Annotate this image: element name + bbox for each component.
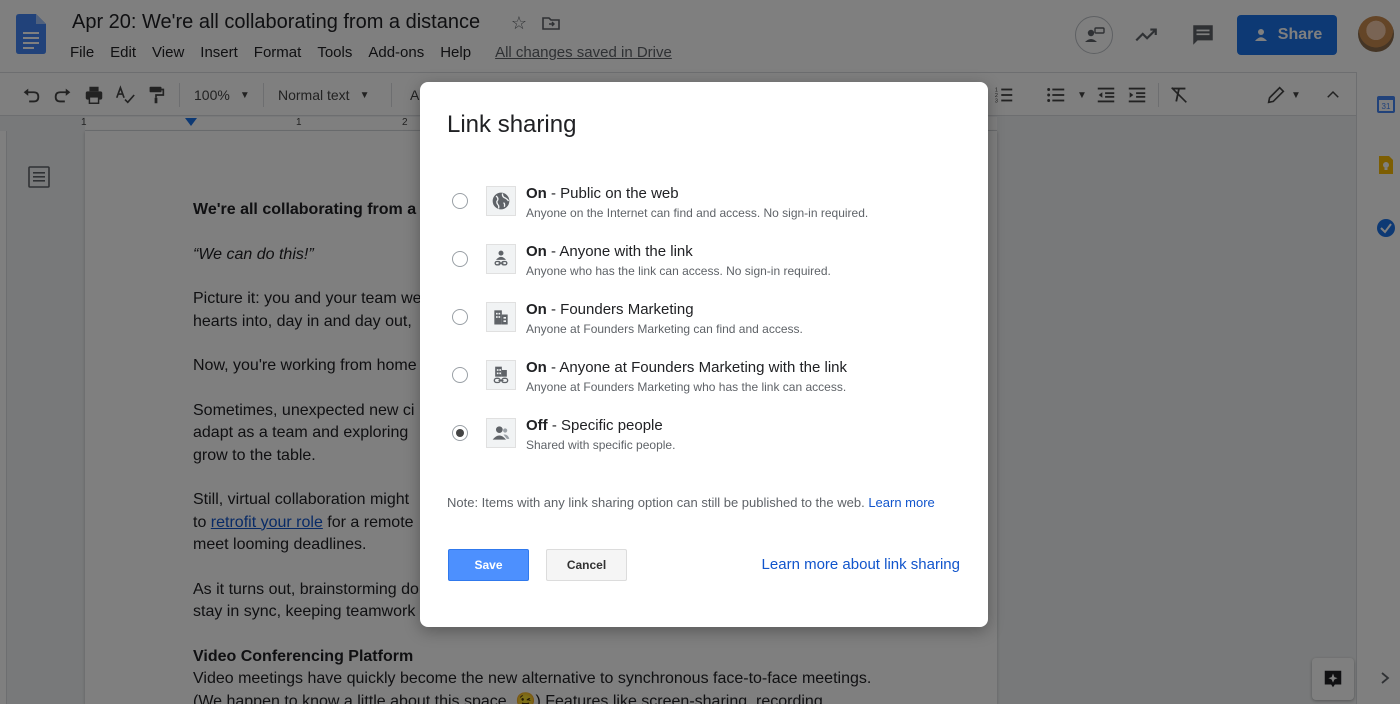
option-label: On - Founders Marketing <box>526 301 694 318</box>
radio-specific-people[interactable] <box>452 425 468 441</box>
option-icon-box <box>486 302 516 332</box>
radio-founders-marketing[interactable] <box>452 309 468 325</box>
radio-public[interactable] <box>452 193 468 209</box>
option-icon-box <box>486 186 516 216</box>
option-description: Anyone on the Internet can find and acce… <box>526 206 869 220</box>
publish-note-text: Note: Items with any link sharing option… <box>447 495 865 510</box>
link-sharing-dialog: Link sharing On - Public on the web Anyo… <box>420 82 988 627</box>
sharing-option-founders-marketing[interactable]: On - Founders Marketing Anyone at Founde… <box>420 300 988 350</box>
publish-note: Note: Items with any link sharing option… <box>447 495 935 510</box>
option-description: Anyone at Founders Marketing who has the… <box>526 380 847 394</box>
option-label: On - Public on the web <box>526 185 679 202</box>
learn-more-link[interactable]: Learn more <box>868 495 934 510</box>
option-label: On - Anyone at Founders Marketing with t… <box>526 359 847 376</box>
radio-founders-marketing-link[interactable] <box>452 367 468 383</box>
option-icon-box <box>486 418 516 448</box>
radio-anyone-with-link[interactable] <box>452 251 468 267</box>
option-label: Off - Specific people <box>526 417 663 434</box>
person-link-icon <box>494 250 508 266</box>
option-icon-box <box>486 360 516 390</box>
building-link-icon <box>493 366 509 384</box>
sharing-option-specific-people[interactable]: Off - Specific people Shared with specif… <box>420 416 988 466</box>
option-description: Anyone who has the link can access. No s… <box>526 264 831 278</box>
sharing-option-anyone-with-link[interactable]: On - Anyone with the link Anyone who has… <box>420 242 988 292</box>
sharing-option-founders-marketing-link[interactable]: On - Anyone at Founders Marketing with t… <box>420 358 988 408</box>
learn-more-link-sharing[interactable]: Learn more about link sharing <box>762 556 960 573</box>
option-label: On - Anyone with the link <box>526 243 693 260</box>
save-button[interactable]: Save <box>448 549 529 581</box>
dialog-title: Link sharing <box>447 111 577 138</box>
option-description: Shared with specific people. <box>526 438 676 452</box>
option-description: Anyone at Founders Marketing can find an… <box>526 322 803 336</box>
cancel-button[interactable]: Cancel <box>546 549 627 581</box>
building-icon <box>494 310 508 325</box>
globe-icon <box>492 192 510 210</box>
sharing-option-public[interactable]: On - Public on the web Anyone on the Int… <box>420 184 988 234</box>
person-icon <box>492 426 510 440</box>
option-icon-box <box>486 244 516 274</box>
